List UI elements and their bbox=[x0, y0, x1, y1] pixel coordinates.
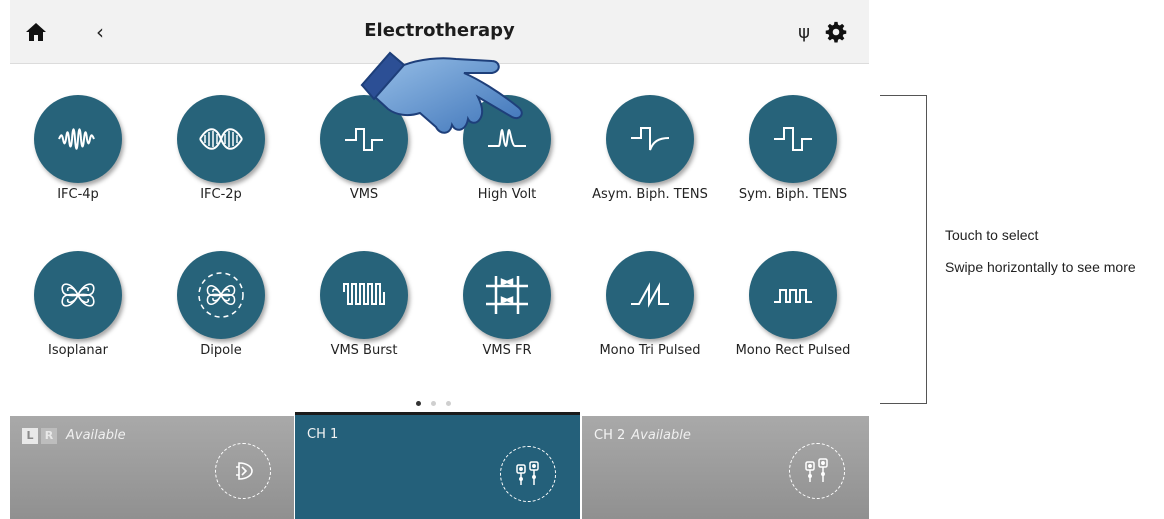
program-tile-mono-tri-pulsed[interactable]: Mono Tri Pulsed bbox=[582, 251, 722, 371]
program-tile-asym-biph-tens[interactable]: Asym. Biph. TENS bbox=[582, 95, 722, 215]
annotation-bracket bbox=[880, 95, 927, 404]
electrodes-icon bbox=[789, 443, 845, 499]
channel-name: CH 2 bbox=[594, 428, 626, 443]
channel-2-panel[interactable]: CH 2 Available bbox=[582, 416, 869, 519]
isoplanar-icon bbox=[34, 251, 122, 339]
mono-tri-pulsed-icon bbox=[606, 251, 694, 339]
program-label: VMS Burst bbox=[330, 343, 398, 358]
device-screen: ‹ Electrotherapy ψ IFC-4p IFC-2p VMS Hig… bbox=[10, 0, 869, 519]
gear-icon[interactable] bbox=[824, 20, 848, 44]
program-label: Asym. Biph. TENS bbox=[592, 187, 708, 202]
dipole-icon bbox=[177, 251, 265, 339]
program-tile-isoplanar[interactable]: Isoplanar bbox=[10, 251, 150, 371]
page-dot[interactable] bbox=[431, 401, 436, 406]
page-dot[interactable] bbox=[416, 401, 421, 406]
program-label: IFC-2p bbox=[200, 187, 242, 202]
help-text-swipe: Swipe horizontally to see more bbox=[945, 259, 1136, 275]
channel-name: CH 1 bbox=[307, 427, 339, 442]
vms-fr-icon bbox=[463, 251, 551, 339]
ifc-2p-icon bbox=[177, 95, 265, 183]
program-label: VMS FR bbox=[482, 343, 532, 358]
program-tile-dipole[interactable]: Dipole bbox=[153, 251, 293, 371]
right-toggle[interactable]: R bbox=[41, 428, 57, 444]
program-label: Mono Rect Pulsed bbox=[735, 343, 851, 358]
program-label: Sym. Biph. TENS bbox=[738, 187, 848, 202]
vms-burst-icon bbox=[320, 251, 408, 339]
mono-rect-pulsed-icon bbox=[749, 251, 837, 339]
ifc-4p-icon bbox=[34, 95, 122, 183]
page-indicator bbox=[416, 401, 451, 406]
usb-icon: ψ bbox=[798, 21, 810, 43]
page-title: Electrotherapy bbox=[364, 20, 515, 41]
program-tile-ifc-2p[interactable]: IFC-2p bbox=[153, 95, 293, 215]
program-tile-vms-burst[interactable]: VMS Burst bbox=[296, 251, 436, 371]
pointing-hand-icon bbox=[360, 51, 523, 134]
program-label: Mono Tri Pulsed bbox=[599, 343, 701, 358]
program-label: VMS bbox=[349, 187, 379, 202]
sym-biph-tens-icon bbox=[749, 95, 837, 183]
channel-status: Available bbox=[66, 428, 126, 443]
program-tile-ifc-4p[interactable]: IFC-4p bbox=[10, 95, 150, 215]
asym-biph-tens-icon bbox=[606, 95, 694, 183]
program-tile-vms-fr[interactable]: VMS FR bbox=[439, 251, 579, 371]
channel-lr-panel[interactable]: L R Available bbox=[10, 416, 294, 519]
left-toggle[interactable]: L bbox=[22, 428, 38, 444]
program-label: Isoplanar bbox=[48, 343, 108, 358]
electrodes-icon bbox=[500, 446, 556, 502]
channel-status: Available bbox=[631, 428, 691, 443]
channel-lr-header: L R Available bbox=[22, 428, 126, 444]
program-tile-sym-biph-tens[interactable]: Sym. Biph. TENS bbox=[725, 95, 865, 215]
program-label: High Volt bbox=[477, 187, 537, 202]
page-dot[interactable] bbox=[446, 401, 451, 406]
program-label: IFC-4p bbox=[57, 187, 99, 202]
program-label: Dipole bbox=[200, 343, 242, 358]
program-tile-mono-rect-pulsed[interactable]: Mono Rect Pulsed bbox=[725, 251, 865, 371]
help-text-touch: Touch to select bbox=[945, 227, 1039, 243]
channel-1-panel[interactable]: CH 1 bbox=[295, 412, 580, 519]
channel-2-header: CH 2 Available bbox=[594, 428, 691, 443]
ultrasound-head-icon bbox=[215, 443, 271, 499]
